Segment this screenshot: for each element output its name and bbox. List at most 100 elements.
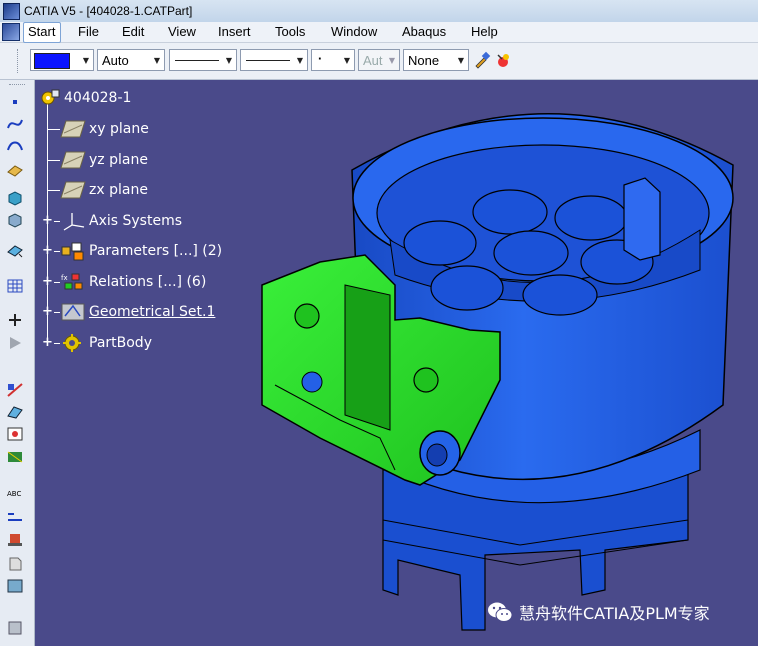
axis-system-icon [63,213,85,231]
surface-icon[interactable] [6,404,24,420]
menu-file[interactable]: File [78,24,99,39]
tree-node-label: Parameters [...] (2) [89,243,223,259]
toolbar-grip[interactable] [9,84,25,85]
layer-select[interactable]: None ▼ [403,49,469,71]
tree-node-xy-plane[interactable]: xy plane [47,118,149,140]
chevron-down-icon[interactable]: ▼ [150,50,164,70]
tree-connector [54,312,60,313]
plane-icon [60,151,86,169]
chevron-down-icon: ▼ [388,55,396,65]
svg-text:ABC: ABC [7,490,21,498]
menu-view[interactable]: View [168,24,196,39]
chevron-down-icon[interactable]: ▼ [222,50,236,70]
multi-pad-icon[interactable] [6,243,24,259]
painter-icon[interactable] [473,51,491,69]
menu-abaqus[interactable]: Abaqus [402,24,446,39]
expand-icon[interactable]: + [42,336,53,349]
tree-root-label: 404028-1 [64,90,132,106]
tree-connector [47,160,60,161]
line-type-select[interactable]: ▼ [240,49,308,71]
catia-app-icon [3,3,20,20]
menu-bar: Start File Edit View Insert Tools Window… [0,22,758,43]
point-type-value: · [318,51,323,66]
play-icon[interactable] [6,335,24,351]
expand-icon[interactable]: + [42,305,53,318]
part-gear-icon [41,89,60,105]
expand-icon[interactable]: + [42,244,53,257]
sketch-based-features-toolbar: ABC [0,80,35,646]
toolbar-grip[interactable] [17,49,20,73]
menu-insert[interactable]: Insert [218,24,251,39]
menu-window[interactable]: Window [331,24,377,39]
tree-node-yz-plane[interactable]: yz plane [47,149,148,171]
watermark-text: 慧舟软件CATIA及PLM专家 [519,604,710,623]
menu-tools[interactable]: Tools [275,24,305,39]
transparency-value: Auto [102,53,129,68]
measure-icon[interactable] [6,426,24,442]
svg-text:fx: fx [61,274,68,282]
tree-node-axis-systems[interactable]: Axis Systems [54,210,182,232]
menu-help[interactable]: Help [471,24,498,39]
partbody-icon [63,334,81,352]
analysis-icon[interactable] [6,382,24,398]
title-bar: CATIA V5 - [404028-1.CATPart] [0,0,758,23]
pocket-icon[interactable] [6,162,24,178]
catalog-icon[interactable] [6,620,24,636]
layer-filter-value: Aut [363,53,383,68]
tree-node-label: xy plane [89,121,149,137]
tree-node-zx-plane[interactable]: zx plane [47,179,148,201]
expand-icon[interactable]: + [42,214,53,227]
geometrical-set-icon [61,303,85,321]
chevron-down-icon[interactable]: ▼ [293,50,307,70]
fill-color-select[interactable]: ▼ [30,49,94,71]
transparency-select[interactable]: Auto ▼ [97,49,165,71]
chevron-down-icon[interactable]: ▼ [340,50,354,70]
tree-connector [47,190,60,191]
tree-node-label: Axis Systems [89,213,182,229]
plane-icon [60,181,86,199]
point-type-select[interactable]: · ▼ [311,49,355,71]
watermark: 慧舟软件CATIA及PLM专家 [487,600,710,624]
parameters-icon [61,242,84,261]
tree-node-label: PartBody [89,335,152,351]
layer-filter-select: Aut ▼ [358,49,400,71]
menu-edit[interactable]: Edit [122,24,144,39]
line-thickness-select[interactable]: ▼ [169,49,237,71]
dimension-icon[interactable] [6,508,24,524]
curve-icon[interactable] [6,138,24,154]
tree-node-label: zx plane [89,182,148,198]
sheet-icon[interactable] [6,556,24,572]
render-icon[interactable] [6,448,24,464]
material-icon[interactable] [6,578,24,594]
wechat-icon [488,602,513,622]
fill-color-swatch [34,53,70,69]
tree-node-parameters[interactable]: Parameters [...] (2) [54,240,223,262]
snap-icon[interactable] [6,312,24,328]
graphic-properties-icon[interactable] [494,51,512,69]
tree-connector [54,282,60,283]
tree-connector [54,221,60,222]
3d-viewport[interactable]: 404028-1 xy plane yz plane zx plane + Ax… [35,80,758,646]
chevron-down-icon[interactable]: ▼ [79,50,93,70]
relations-icon: fx [61,273,83,290]
graphic-properties-toolbar: ▼ Auto ▼ ▼ ▼ · ▼ Aut ▼ None ▼ [0,43,758,80]
tree-node-relations[interactable]: fx Relations [...] (6) [54,271,206,293]
tree-root[interactable]: 404028-1 [39,87,131,109]
tree-node-partbody[interactable]: PartBody [54,332,152,354]
layer-value: None [408,53,440,68]
spline-icon[interactable] [6,116,24,132]
point-icon[interactable] [6,94,24,110]
menu-start[interactable]: Start [23,22,62,43]
pad-icon[interactable] [6,190,24,206]
tree-node-geometrical-set[interactable]: Geometrical Set.1 [54,301,215,323]
plane-icon [60,120,86,138]
annotation-icon[interactable]: ABC [6,485,24,501]
tree-connector [54,251,60,252]
line-thickness-preview [175,60,219,61]
expand-icon[interactable]: + [42,275,53,288]
document-icon[interactable] [2,23,20,41]
grid-icon[interactable] [6,278,24,294]
shaft-icon[interactable] [6,212,24,228]
stamp-icon[interactable] [6,532,24,548]
chevron-down-icon[interactable]: ▼ [454,50,468,70]
